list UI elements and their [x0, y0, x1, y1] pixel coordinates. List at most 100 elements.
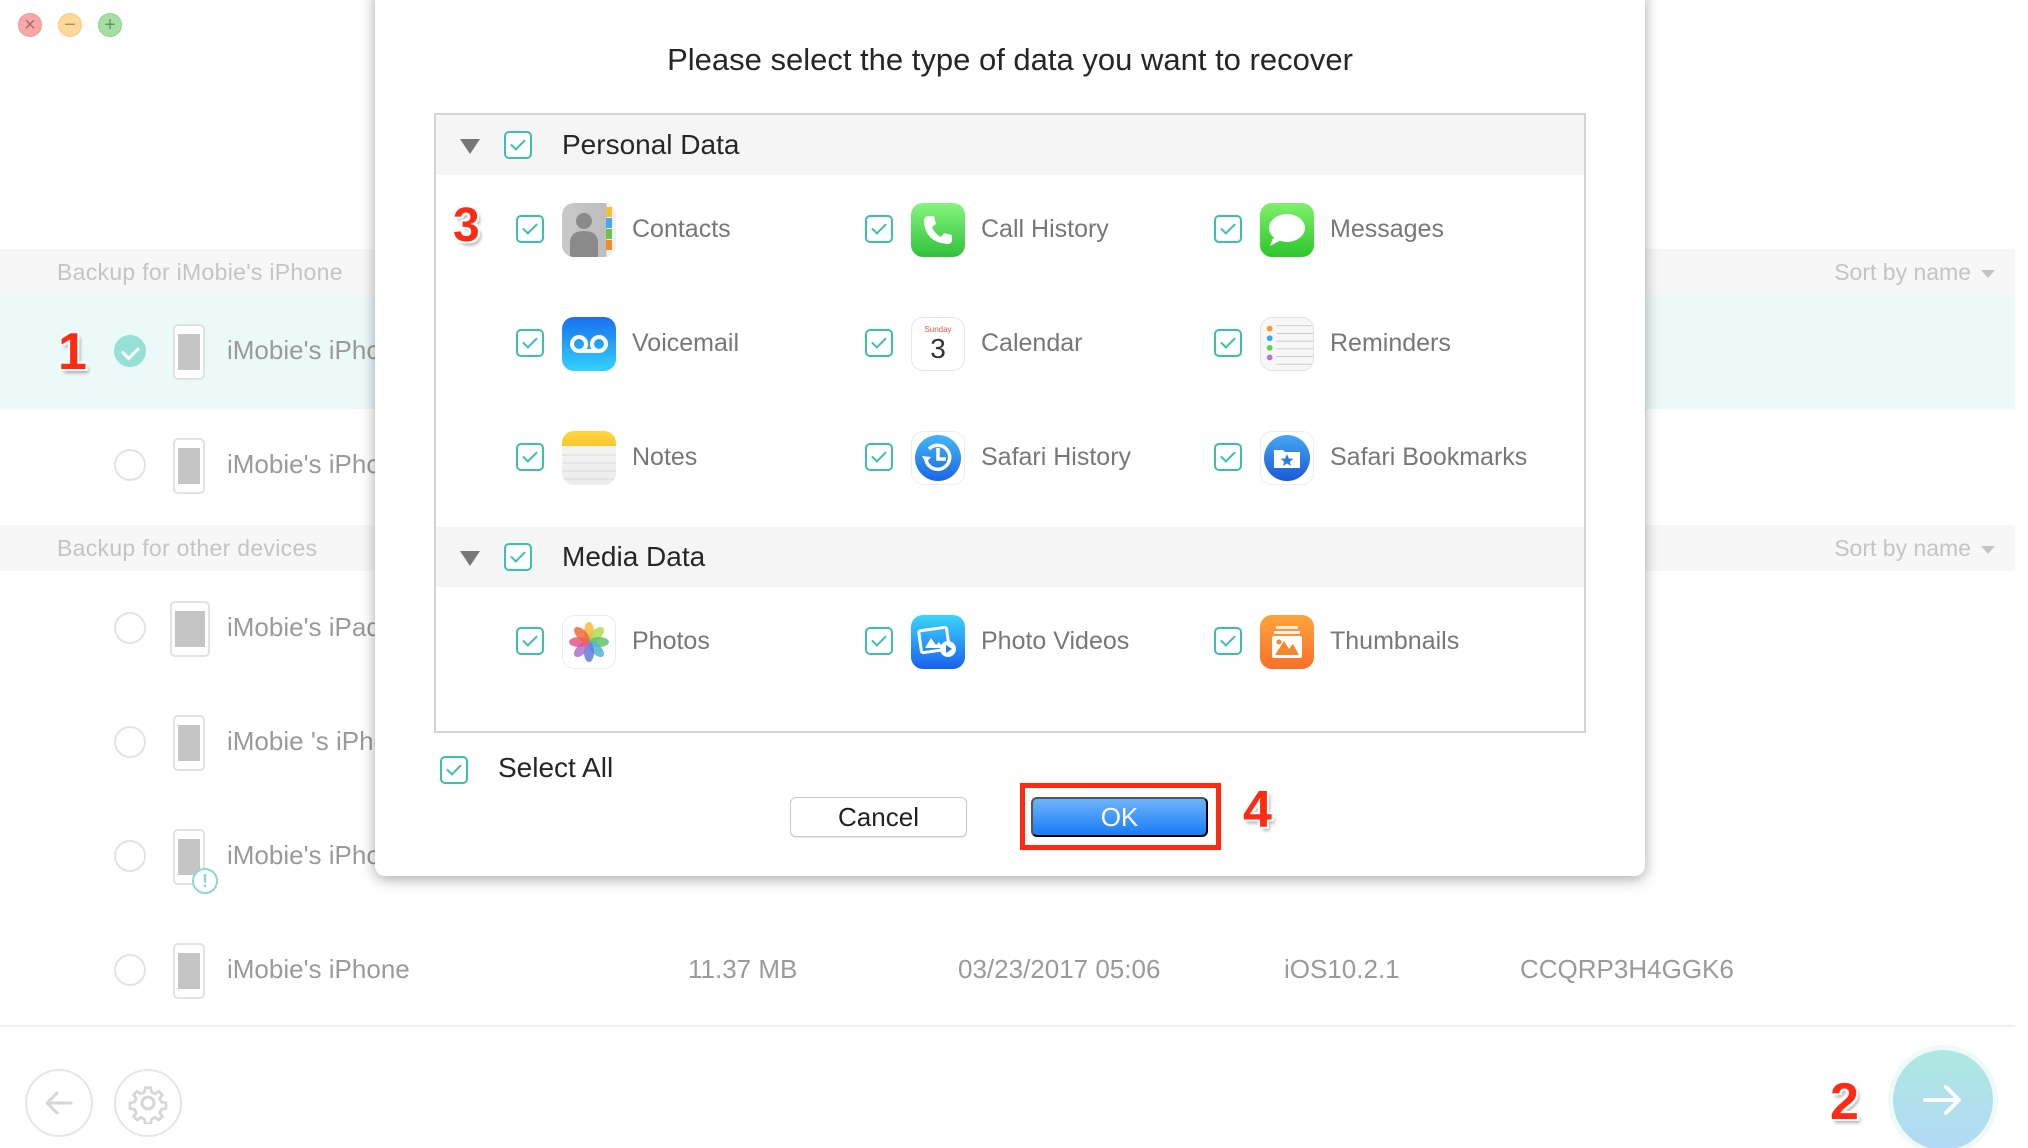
step-annotation-2: 2	[1830, 1073, 1859, 1131]
data-item-photo-videos[interactable]: Photo Videos	[865, 615, 1205, 671]
collapse-triangle-icon[interactable]	[460, 139, 480, 154]
step-annotation-1: 1	[58, 323, 87, 381]
category-checkbox[interactable]	[504, 131, 532, 159]
data-item-contacts[interactable]: Contacts	[516, 203, 856, 259]
item-checkbox[interactable]	[865, 627, 893, 655]
notes-icon	[562, 431, 616, 485]
item-checkbox[interactable]	[865, 443, 893, 471]
caret-down-icon	[1981, 269, 1995, 278]
ios-version: iOS10.2.1	[1284, 954, 1400, 984]
data-item-safari-history[interactable]: Safari History	[865, 431, 1205, 487]
step-annotation-3: 3	[453, 199, 480, 252]
item-label: Notes	[632, 443, 698, 471]
category-personal-data[interactable]: Personal Data	[436, 115, 1584, 175]
dialog-title: Please select the type of data you want …	[667, 42, 1353, 77]
arrow-left-icon	[45, 1091, 73, 1115]
voicemail-icon	[562, 317, 616, 371]
item-checkbox[interactable]	[516, 329, 544, 357]
item-checkbox[interactable]	[1214, 215, 1242, 243]
collapse-triangle-icon[interactable]	[460, 551, 480, 566]
group-label: Backup for other devices	[57, 535, 318, 561]
category-checkbox[interactable]	[504, 543, 532, 571]
row-radio[interactable]	[114, 954, 146, 986]
backup-date: 03/23/2017 05:06	[958, 954, 1161, 984]
data-item-safari-bookmarks[interactable]: Safari Bookmarks	[1214, 431, 1554, 487]
data-item-thumbnails[interactable]: Thumbnails	[1214, 615, 1554, 671]
iphone-icon	[173, 943, 205, 999]
item-checkbox[interactable]	[865, 215, 893, 243]
ok-button[interactable]: OK	[1031, 797, 1208, 837]
item-checkbox[interactable]	[865, 329, 893, 357]
category-media-data[interactable]: Media Data	[436, 527, 1584, 587]
item-label: Reminders	[1330, 329, 1451, 357]
sort-label: Sort by name	[1834, 535, 1971, 561]
ipad-icon	[170, 601, 210, 657]
sort-dropdown[interactable]: Sort by name	[1834, 259, 1995, 286]
item-checkbox[interactable]	[516, 215, 544, 243]
data-item-reminders[interactable]: Reminders	[1214, 317, 1554, 373]
close-icon: ×	[24, 14, 36, 36]
sort-dropdown[interactable]: Sort by name	[1834, 535, 1995, 562]
thumbnails-icon	[1260, 615, 1314, 669]
back-button[interactable]	[25, 1069, 93, 1137]
item-checkbox[interactable]	[1214, 443, 1242, 471]
item-label: Calendar	[981, 329, 1083, 357]
item-checkbox[interactable]	[516, 443, 544, 471]
data-item-call-history[interactable]: Call History	[865, 203, 1205, 259]
row-radio-checked[interactable]	[114, 335, 146, 367]
next-button[interactable]	[1893, 1050, 1993, 1148]
item-label: Photos	[632, 627, 710, 655]
serial-number: CCQRP3H4GGK6	[1520, 954, 1734, 984]
window-minimize-button[interactable]: −	[58, 13, 82, 37]
safari-bookmarks-icon	[1260, 431, 1314, 485]
contacts-icon	[562, 203, 616, 257]
item-label: Safari Bookmarks	[1330, 443, 1528, 471]
select-all-checkbox[interactable]	[440, 756, 468, 784]
data-item-calendar[interactable]: Sunday 3 Calendar	[865, 317, 1205, 373]
group-label: Backup for iMobie's iPhone	[57, 259, 343, 285]
calendar-icon: Sunday 3	[911, 317, 965, 371]
warning-icon: !	[192, 868, 218, 894]
data-item-messages[interactable]: Messages	[1214, 203, 1554, 259]
item-checkbox[interactable]	[1214, 627, 1242, 655]
calendar-icon-date: 3	[930, 333, 946, 364]
category-label: Media Data	[562, 541, 706, 572]
iphone-icon	[173, 715, 205, 771]
cancel-button[interactable]: Cancel	[790, 797, 967, 837]
photos-icon	[562, 615, 616, 669]
settings-button[interactable]	[114, 1069, 182, 1137]
select-all-label: Select All	[498, 752, 614, 783]
item-checkbox[interactable]	[516, 627, 544, 655]
item-label: Messages	[1330, 215, 1444, 243]
row-radio[interactable]	[114, 726, 146, 758]
item-label: Safari History	[981, 443, 1132, 471]
row-radio[interactable]	[114, 449, 146, 481]
item-checkbox[interactable]	[1214, 329, 1242, 357]
data-item-photos[interactable]: Photos	[516, 615, 856, 671]
device-name: iMobie's iPhone	[227, 954, 410, 984]
arrow-right-icon	[1923, 1085, 1961, 1115]
window-close-button[interactable]: ×	[18, 13, 42, 37]
item-label: Photo Videos	[981, 627, 1130, 655]
gear-icon	[128, 1086, 168, 1124]
safari-history-icon	[911, 431, 965, 485]
data-type-panel: Personal Data Contacts Call History Mess…	[434, 113, 1586, 733]
item-label: Contacts	[632, 215, 731, 243]
data-item-notes[interactable]: Notes	[516, 431, 856, 487]
iphone-icon	[173, 324, 205, 380]
maximize-icon: +	[104, 14, 116, 36]
recover-data-dialog: Please select the type of data you want …	[375, 0, 1645, 876]
data-item-voicemail[interactable]: Voicemail	[516, 317, 856, 373]
item-label: Call History	[981, 215, 1109, 243]
minimize-icon: −	[64, 14, 76, 36]
phone-icon	[911, 203, 965, 257]
window-maximize-button[interactable]: +	[98, 13, 122, 37]
row-radio[interactable]	[114, 840, 146, 872]
row-radio[interactable]	[114, 612, 146, 644]
sort-label: Sort by name	[1834, 259, 1971, 285]
step-annotation-4: 4	[1243, 781, 1272, 839]
messages-icon	[1260, 203, 1314, 257]
category-label: Personal Data	[562, 129, 740, 160]
backup-size: 11.37 MB	[688, 954, 798, 984]
backup-row[interactable]: iMobie's iPhone 11.37 MB 03/23/2017 05:0…	[0, 914, 2015, 1028]
